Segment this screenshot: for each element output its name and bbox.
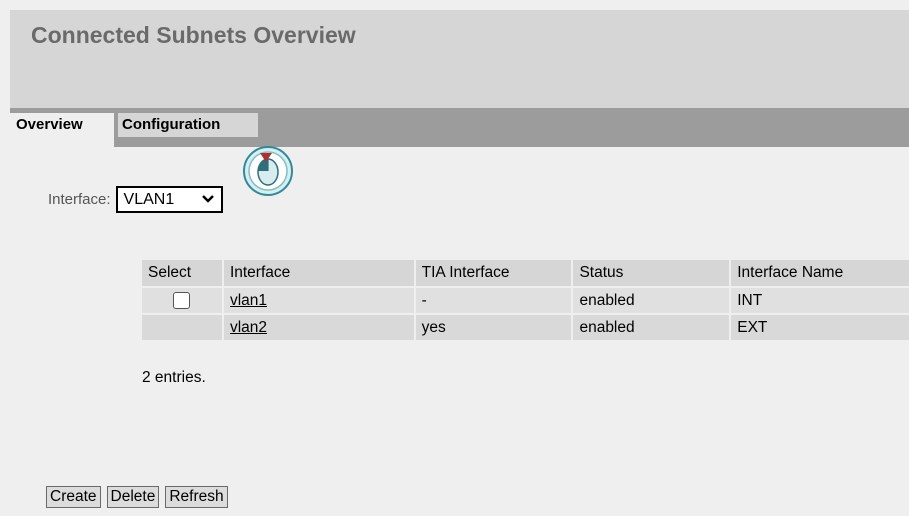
page-title: Connected Subnets Overview [31, 22, 356, 48]
status-cell: enabled [571, 288, 730, 313]
interface-name-cell: INT [729, 288, 909, 313]
entries-count: 2 entries. [142, 369, 206, 386]
refresh-button[interactable]: Refresh [165, 486, 228, 508]
tab-bar: Overview Configuration [10, 108, 909, 147]
tia-interface-cell: yes [413, 315, 572, 340]
row-select-checkbox[interactable] [173, 291, 191, 309]
tia-interface-cell: - [413, 288, 572, 313]
action-buttons: Create Delete Refresh [46, 486, 228, 508]
interface-cell: vlan2 [221, 315, 414, 340]
select-cell [140, 288, 222, 313]
column-header-interface-name: Interface Name [729, 260, 909, 286]
subnets-table: Select Interface TIA Interface Status In… [140, 258, 909, 342]
status-cell: enabled [571, 315, 730, 340]
interface-cell: vlan1 [221, 288, 414, 313]
table-row: vlan1 - enabled INT [140, 288, 909, 313]
column-header-select: Select [140, 260, 222, 286]
interface-name-cell: EXT [729, 315, 909, 340]
interface-filter: Interface: VLAN1 [48, 186, 223, 213]
column-header-status: Status [571, 260, 730, 286]
mouse-click-icon [243, 146, 293, 196]
column-header-tia-interface: TIA Interface [413, 260, 572, 286]
column-header-interface: Interface [221, 260, 414, 286]
delete-button[interactable]: Delete [106, 486, 160, 508]
interface-select-value: VLAN1 [123, 190, 175, 208]
interface-select[interactable]: VLAN1 [115, 186, 223, 213]
interface-link[interactable]: vlan2 [230, 319, 267, 336]
tab-configuration[interactable]: Configuration [118, 113, 258, 137]
interface-filter-label: Interface: [48, 191, 111, 208]
chevron-down-icon [201, 195, 214, 203]
select-cell [140, 315, 222, 340]
create-button[interactable]: Create [46, 486, 101, 508]
table-row: vlan2 yes enabled EXT [140, 315, 909, 340]
interface-link[interactable]: vlan1 [230, 292, 267, 309]
page-header: Connected Subnets Overview [10, 10, 909, 108]
tab-overview[interactable]: Overview [10, 113, 114, 147]
table-header-row: Select Interface TIA Interface Status In… [140, 260, 909, 286]
